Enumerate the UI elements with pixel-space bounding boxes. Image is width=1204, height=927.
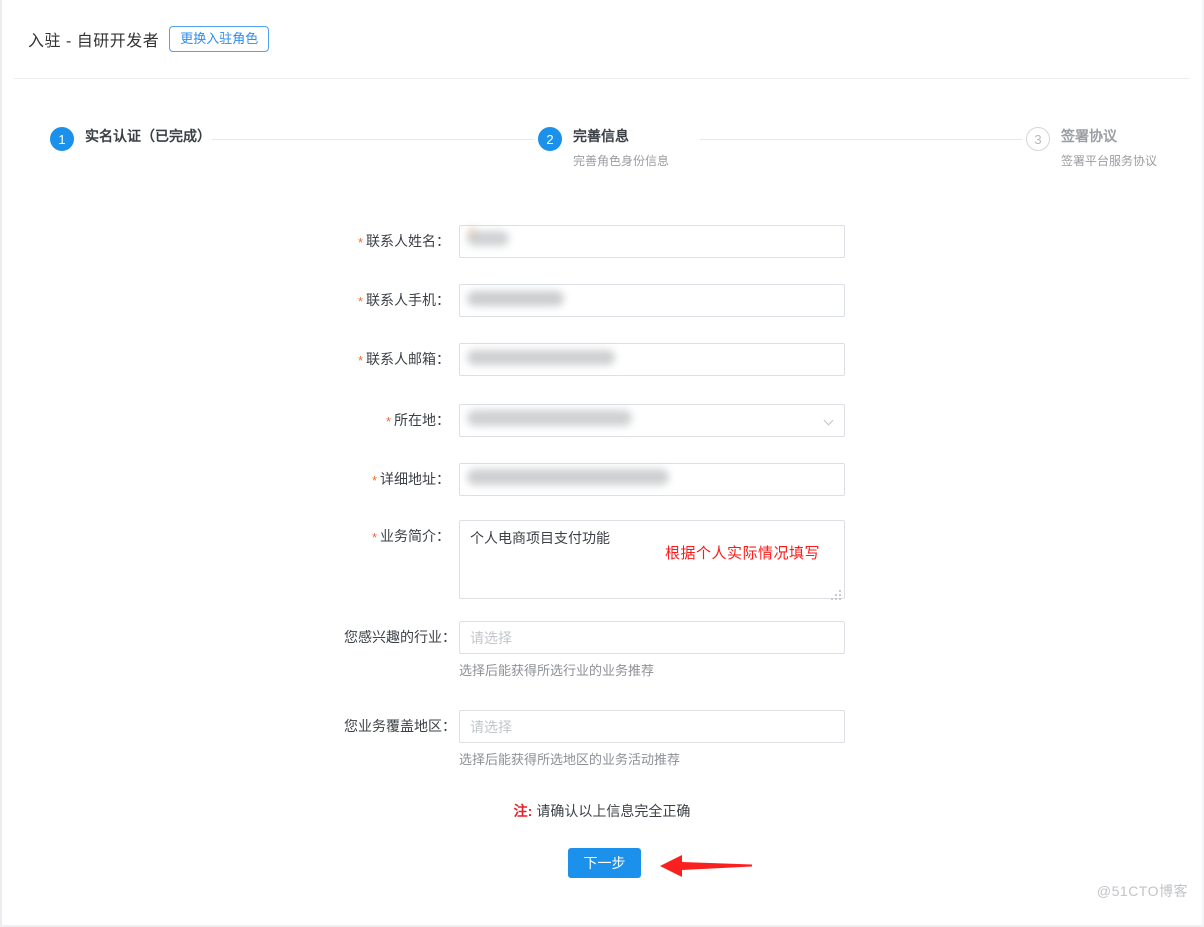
label-address: * 详细地址： <box>371 471 450 488</box>
contact-phone-wrap <box>459 284 845 317</box>
step-connector-2 <box>700 139 1022 140</box>
contact-name-wrap <box>459 225 845 258</box>
confirm-notice: 注: 请确认以上信息完全正确 <box>0 801 1204 821</box>
required-star-icon: * <box>371 473 377 488</box>
label-coverage-region: 您业务覆盖地区： <box>344 718 456 734</box>
address-input[interactable] <box>459 463 845 496</box>
label-contact-name: * 联系人姓名： <box>357 233 450 250</box>
contact-phone-input[interactable] <box>459 284 845 317</box>
step-connector-1 <box>212 139 534 140</box>
industry-select[interactable] <box>459 621 845 654</box>
field-location: * 所在地： <box>344 404 845 438</box>
step-item-1[interactable]: 1 实名认证（已完成） <box>50 126 211 151</box>
step-item-2[interactable]: 2 完善信息 完善角色身份信息 <box>538 126 669 170</box>
label-business-intro: * 业务简介： <box>371 528 450 545</box>
address-wrap <box>459 463 845 496</box>
contact-email-input[interactable] <box>459 343 845 376</box>
field-contact-phone: * 联系人手机： <box>344 284 845 318</box>
label-location: * 所在地： <box>385 412 450 429</box>
field-coverage-region: 您业务覆盖地区： 选择后能获得所选地区的业务活动推荐 <box>344 710 845 769</box>
label-contact-email: * 联系人邮箱： <box>357 351 450 368</box>
step-title-2: 完善信息 <box>573 128 629 144</box>
step-subtitle-3: 签署平台服务协议 <box>1061 154 1158 168</box>
required-star-icon: * <box>371 530 377 545</box>
required-star-icon: * <box>357 235 363 250</box>
field-address: * 详细地址： <box>344 463 845 497</box>
field-contact-name: * 联系人姓名： <box>344 225 845 259</box>
step-number-3: 3 <box>1026 127 1050 151</box>
label-contact-phone: * 联系人手机： <box>357 292 450 309</box>
coverage-region-wrap: 选择后能获得所选地区的业务活动推荐 <box>459 710 845 769</box>
step-number-2: 2 <box>538 127 562 151</box>
annotation-arrow-icon <box>660 850 752 882</box>
header-divider <box>14 78 1190 79</box>
field-contact-email: * 联系人邮箱： <box>344 343 845 377</box>
annotation-business-intro: 根据个人实际情况填写 <box>665 545 821 562</box>
watermark: @51CTO博客 <box>1096 883 1188 899</box>
contact-email-wrap <box>459 343 845 376</box>
coverage-region-hint: 选择后能获得所选地区的业务活动推荐 <box>459 752 681 767</box>
industry-hint: 选择后能获得所选行业的业务推荐 <box>459 663 655 678</box>
change-role-button[interactable]: 更换入驻角色 <box>169 26 270 52</box>
contact-name-input[interactable] <box>459 225 845 258</box>
step-title-1: 实名认证（已完成） <box>85 128 211 144</box>
next-step-button[interactable]: 下一步 <box>568 848 641 878</box>
step-title-3: 签署协议 <box>1061 128 1117 144</box>
label-industry: 您感兴趣的行业： <box>344 629 456 645</box>
location-select[interactable] <box>459 404 845 437</box>
page-header: 入驻 - 自研开发者 更换入驻角色 <box>28 26 270 52</box>
step-subtitle-2: 完善角色身份信息 <box>573 154 670 168</box>
page-title: 入驻 - 自研开发者 <box>28 33 160 50</box>
required-star-icon: * <box>357 294 363 309</box>
notice-mark: 注: <box>513 803 533 819</box>
location-wrap <box>459 404 845 437</box>
coverage-region-select[interactable] <box>459 710 845 743</box>
step-indicator: 1 实名认证（已完成） 2 完善信息 完善角色身份信息 3 签署协议 签署平台服… <box>0 126 1204 186</box>
field-industry: 您感兴趣的行业： 选择后能获得所选行业的业务推荐 <box>344 621 845 680</box>
required-star-icon: * <box>357 353 363 368</box>
industry-wrap: 选择后能获得所选行业的业务推荐 <box>459 621 845 680</box>
step-number-1: 1 <box>50 127 74 151</box>
notice-text: 请确认以上信息完全正确 <box>536 803 691 819</box>
step-item-3[interactable]: 3 签署协议 签署平台服务协议 <box>1026 126 1157 170</box>
required-star-icon: * <box>385 414 391 429</box>
